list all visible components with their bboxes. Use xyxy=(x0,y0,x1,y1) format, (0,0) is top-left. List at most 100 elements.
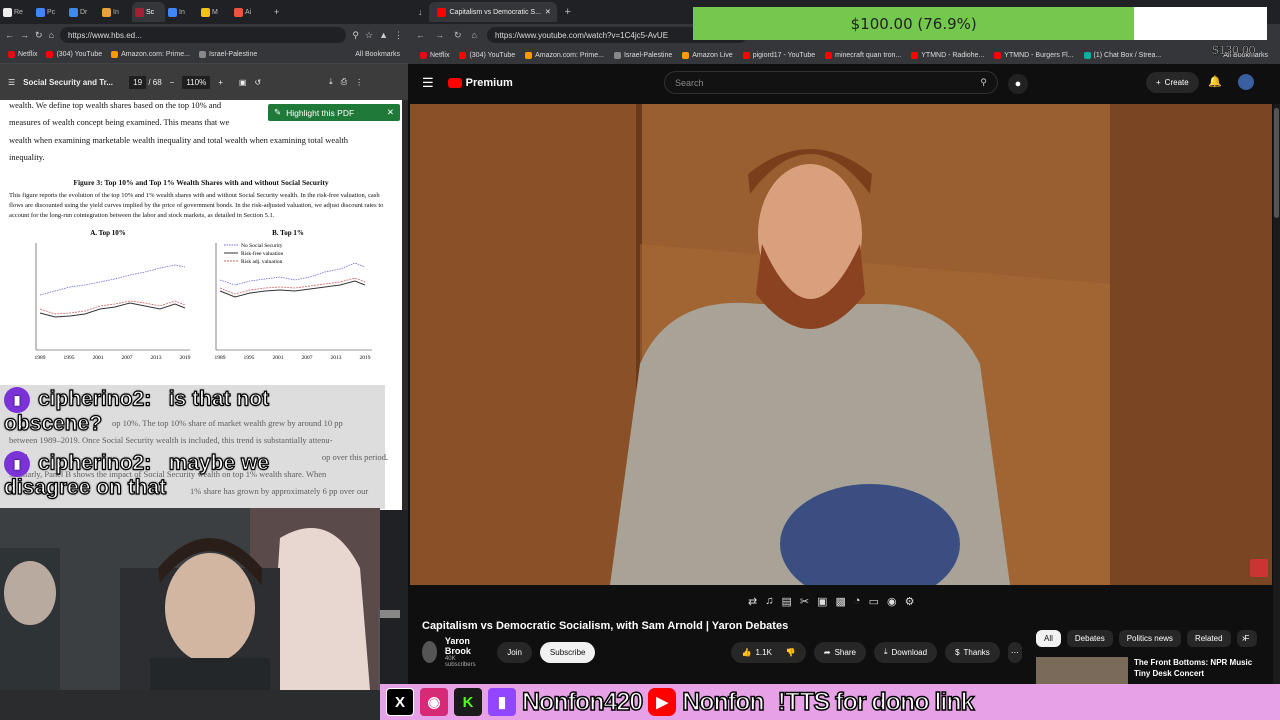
like-button[interactable]: 👍 1.1K 👎 xyxy=(731,641,806,663)
twitch-icon: ▮ xyxy=(488,688,516,716)
screenshot-icon[interactable]: ▣ xyxy=(817,595,827,608)
browser-tab[interactable]: M xyxy=(198,2,231,22)
forward-icon[interactable]: → xyxy=(20,30,29,40)
webcam-bottom-strip xyxy=(0,690,380,720)
clip-icon[interactable]: ✂ xyxy=(800,595,809,608)
browser-tab[interactable]: Ai xyxy=(231,2,264,22)
captions-icon[interactable]: ▤ xyxy=(781,595,791,608)
scrollbar-thumb[interactable] xyxy=(1274,108,1279,218)
filter-chip[interactable]: Related xyxy=(1186,630,1231,647)
avatar[interactable] xyxy=(1238,74,1254,90)
bookmark-item[interactable]: Netflix xyxy=(8,51,37,58)
speed-icon[interactable]: ◔ xyxy=(854,595,861,608)
back-icon[interactable]: ← xyxy=(416,30,425,40)
camera-icon[interactable]: ◉ xyxy=(887,595,897,608)
tab-youtube[interactable]: Capitalism vs Democratic S... ✕ xyxy=(428,2,557,22)
highlight-pdf-button[interactable]: ✎ Highlight this PDF ✕ xyxy=(268,104,400,121)
bookmark-item[interactable]: (304) YouTube xyxy=(459,51,515,59)
bell-icon[interactable]: 🔔 xyxy=(1208,75,1222,88)
extension-icon[interactable]: ▲ xyxy=(379,30,388,40)
browser-tab[interactable]: Dr xyxy=(66,2,99,22)
miniplayer-icon[interactable]: ▩ xyxy=(836,595,846,608)
bookmark-icon xyxy=(46,51,54,58)
menu-icon[interactable]: ⋮ xyxy=(394,30,403,41)
bookmark-item[interactable]: (1) Chat Box / Strea... xyxy=(1083,51,1161,59)
bookmark-item[interactable]: Israel-Palestine xyxy=(198,51,257,58)
browser-tab[interactable]: Pc xyxy=(33,2,66,22)
search-input[interactable]: Search ⚲ xyxy=(664,71,998,94)
hamburger-icon[interactable]: ☰ xyxy=(422,75,434,91)
bookmark-item[interactable]: (304) YouTube xyxy=(46,51,102,58)
video-thumbnail[interactable] xyxy=(1036,657,1128,687)
star-icon[interactable]: ☆ xyxy=(365,30,373,41)
zoom-level[interactable]: 110% xyxy=(182,75,211,89)
bookmark-item[interactable]: Israel-Palestine xyxy=(613,51,672,59)
browser-tab[interactable]: In xyxy=(99,2,132,22)
close-tab-icon[interactable]: ✕ xyxy=(545,8,551,16)
zoom-in-icon[interactable]: + xyxy=(218,78,223,87)
x-tick-label: 2001 xyxy=(93,355,104,361)
reload-icon[interactable]: ↻ xyxy=(35,30,43,41)
browser-tab[interactable]: Sc xyxy=(132,2,165,22)
page-input[interactable]: 19 xyxy=(129,75,147,89)
search-icon[interactable]: ⚲ xyxy=(980,77,987,88)
bookmark-item[interactable]: YTMND - Radiohe... xyxy=(911,51,984,59)
mic-icon[interactable]: ● xyxy=(1008,74,1028,94)
zoom-icon[interactable]: ⚲ xyxy=(352,30,359,41)
address-bar[interactable]: https://www.hbs.ed... xyxy=(59,27,347,43)
filter-chip[interactable]: All xyxy=(1036,630,1061,647)
theater-icon[interactable]: ▭ xyxy=(869,595,879,608)
browser-tab[interactable]: In xyxy=(165,2,198,22)
thanks-button[interactable]: $ Thanks xyxy=(945,641,1000,663)
loop-icon[interactable]: ⇄ xyxy=(748,595,757,608)
filter-chip[interactable]: F xyxy=(1236,630,1258,647)
youtube-logo[interactable]: Premium xyxy=(447,77,513,89)
subscribe-watermark-icon[interactable] xyxy=(1250,559,1268,577)
chevron-right-icon[interactable]: › xyxy=(1242,633,1245,644)
x-tick-label: 2013 xyxy=(151,355,162,361)
bookmark-item[interactable]: minecraft quan tron... xyxy=(825,51,901,59)
new-tab-icon[interactable]: + xyxy=(565,6,571,18)
create-button[interactable]: + Create xyxy=(1146,72,1199,93)
thumbs-down-icon[interactable]: 👎 xyxy=(786,648,796,657)
browser-tab[interactable]: Re xyxy=(0,2,33,22)
bookmark-label: Netflix xyxy=(18,51,38,58)
video-player[interactable] xyxy=(410,104,1272,585)
download-button[interactable]: ⤓ Download xyxy=(873,641,938,663)
join-button[interactable]: Join xyxy=(497,641,532,663)
close-icon[interactable]: ✕ xyxy=(387,107,394,118)
new-tab-icon[interactable]: + xyxy=(274,7,279,17)
download-icon[interactable]: ⤓ xyxy=(329,77,333,87)
print-icon[interactable]: ⎙ xyxy=(341,77,347,87)
zoom-out-icon[interactable]: − xyxy=(170,78,175,87)
reload-icon[interactable]: ↻ xyxy=(454,30,462,41)
hamburger-icon[interactable]: ☰ xyxy=(8,78,15,87)
share-button[interactable]: ➦ Share xyxy=(813,641,866,663)
more-icon[interactable]: ⋮ xyxy=(355,78,363,87)
subscribe-button[interactable]: Subscribe xyxy=(539,641,596,663)
filter-chip[interactable]: Debates xyxy=(1066,630,1113,647)
figure-charts: A. Top 10% B. Top 1% No Social Security … xyxy=(35,229,372,361)
bookmark-item[interactable]: Amazon Live xyxy=(682,51,733,59)
bookmark-item[interactable]: Amazon.com: Prime... xyxy=(525,51,604,59)
panel-b-no-ss-line xyxy=(219,262,366,286)
tab-search-icon[interactable]: ↓ xyxy=(418,7,423,17)
bookmark-item[interactable]: YTMND - Burgers Fl... xyxy=(994,51,1074,59)
more-actions-button[interactable]: ⋯ xyxy=(1007,641,1022,663)
audio-icon[interactable]: ♫ xyxy=(765,595,773,608)
bookmark-item[interactable]: pigiord17 - YouTube xyxy=(742,51,815,59)
home-icon[interactable]: ⌂ xyxy=(49,30,54,40)
filter-chip[interactable]: Politics news xyxy=(1118,630,1181,647)
home-icon[interactable]: ⌂ xyxy=(472,30,477,40)
settings-icon[interactable]: ⚙ xyxy=(905,595,915,608)
bookmark-item[interactable]: Amazon.com: Prime... xyxy=(111,51,190,58)
back-icon[interactable]: ← xyxy=(5,30,14,40)
channel-avatar[interactable] xyxy=(422,641,437,663)
fit-page-icon[interactable]: ▣ xyxy=(239,78,247,87)
bookmark-item[interactable]: Netflix xyxy=(420,51,449,59)
forward-icon[interactable]: → xyxy=(435,30,444,40)
channel-name[interactable]: Yaron Brook xyxy=(445,636,481,656)
rotate-icon[interactable]: ↺ xyxy=(254,78,261,87)
page-scrollbar[interactable] xyxy=(1273,104,1280,690)
all-bookmarks-folder[interactable]: All Bookmarks xyxy=(355,51,400,58)
